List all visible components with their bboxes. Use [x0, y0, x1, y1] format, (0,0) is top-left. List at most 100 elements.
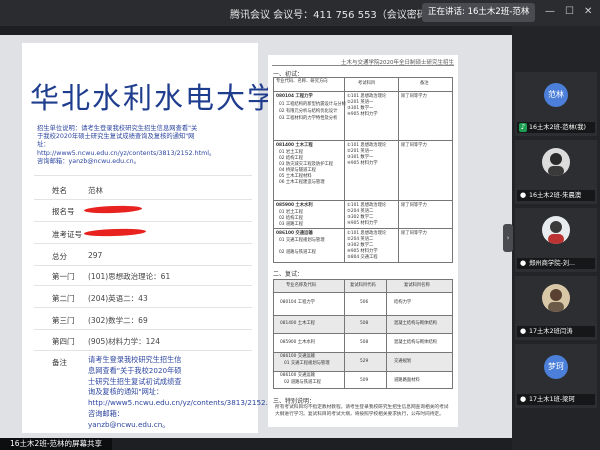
participant-name-bar: ● 17土木2班闫涛	[517, 326, 595, 337]
avatar: 范林	[544, 83, 568, 107]
table-rule	[274, 333, 452, 334]
participant-tile[interactable]: 范林 ♪ 16土木2班-范林(我)	[515, 72, 597, 136]
field-label-remark: 备注	[52, 358, 67, 367]
retest-subject: 混凝土结构与砌体结构	[394, 340, 437, 345]
mic-icon: ●	[519, 327, 527, 335]
participant-tile[interactable]: ● 17土木2班闫涛	[515, 276, 597, 340]
exam-subject: ②201 英语一	[347, 100, 374, 105]
participant-name: 17土木1班-梁珂	[529, 396, 575, 403]
retest-subject: 结构力学	[394, 300, 412, 305]
table-rule	[274, 91, 452, 92]
research-direction: 01 工程结构的新型抗震设计与分析	[279, 102, 346, 107]
retest-subject: 混凝土结构与砌体结构	[394, 321, 437, 326]
research-direction: 02 道路与铁道工程	[284, 380, 321, 385]
exam-subject: ④905 材料力学	[347, 112, 378, 117]
field-value-remark: 请考生登录我校研究生招生信息网查看"关于我校2020年硕士研究生招生复试初试成绩…	[88, 355, 291, 429]
shared-screen: 华北水利水电大学 招生单位说明：请考生登录我校研究生招生信息网查看"关于我校20…	[0, 35, 512, 438]
exam-subject: ②204 英语二	[347, 237, 374, 242]
divider	[34, 350, 252, 351]
table-rule	[398, 78, 399, 262]
close-icon[interactable]: ✕	[584, 5, 592, 19]
exam-subject: ①101 思想政治理论	[347, 203, 387, 208]
retest-code: 508	[360, 321, 369, 326]
mic-speaking-icon: ♪	[519, 123, 527, 132]
major-name: 086100 交通运输	[276, 231, 313, 236]
research-direction: 03 防灾减灾工程及防护工程	[279, 162, 334, 167]
participant-name: 郑州商学院-刘...	[529, 260, 576, 267]
field-label-subject-2: 第二门	[52, 294, 75, 303]
field-value-subject-1: (101)思想政治理论：61	[88, 272, 171, 281]
exam-subject: ④905 材料力学	[347, 161, 378, 166]
research-direction: 03 工程材料的力学特性及分析	[279, 116, 338, 121]
title-bar: 腾讯会议 会议号：411 756 553（会议密码：123456） 正在讲话: …	[0, 0, 600, 26]
participant-name-bar: ● 16土木2班-朱晨澳	[517, 190, 595, 201]
exam-subject: ③302 数学二	[347, 215, 374, 220]
admission-notice: 招生单位说明：请考生登录我校研究生招生信息网查看"关于我校2020年硕士研究生复…	[37, 125, 216, 165]
maximize-icon[interactable]: ☐	[565, 5, 574, 19]
collapse-panel-button[interactable]: ›	[503, 224, 513, 252]
mic-icon: ●	[519, 259, 527, 267]
table-header: 专业名称及代码	[286, 283, 317, 288]
field-value-total: 297	[88, 251, 103, 260]
mic-icon: ●	[519, 395, 527, 403]
table-header: 复试科目代码	[350, 283, 376, 288]
field-value-subject-3: (302)数学二：69	[88, 316, 148, 325]
special-note: 所有考试科目均不指定教材教程。请考生登录我校研究生招生信息网查询相关的考试大纲进…	[275, 405, 449, 417]
participant-tile[interactable]: ● 郑州商学院-刘...	[515, 208, 597, 272]
minimize-icon[interactable]: —	[545, 5, 555, 19]
table-header: 备注	[420, 81, 429, 86]
field-label-name: 姓名	[52, 186, 67, 195]
major-name: 080104 工程力学	[276, 94, 313, 99]
field-label-registration: 报名号	[52, 207, 75, 216]
field-label-total: 总分	[52, 252, 67, 261]
research-direction: 02 有限元分析与结构优化设计	[279, 109, 338, 114]
avatar-photo	[542, 216, 570, 244]
participant-tile[interactable]: 梦珂 ● 17土木1班-梁珂	[515, 344, 597, 408]
participant-name-bar: ● 17土木1班-梁珂	[517, 394, 595, 405]
major-name: 081400 土木工程	[276, 143, 313, 148]
major-name: 085900 土木水利	[276, 203, 313, 208]
major-name: 081400 土木工程	[280, 321, 315, 326]
mic-icon: ●	[519, 191, 527, 199]
field-label-exam-number: 准考证号	[52, 230, 82, 239]
research-direction: 03 道路工程	[279, 222, 304, 227]
participant-name: 17土木2班闫涛	[529, 328, 573, 335]
divider	[34, 307, 252, 308]
research-direction: 04 桥梁与隧道工程	[279, 168, 316, 173]
exam-subject: ①101 思想政治理论	[347, 143, 387, 148]
avatar-photo	[542, 148, 570, 176]
retest-code: 508	[360, 340, 369, 345]
exam-subject: ④905 材料力学	[347, 221, 378, 226]
field-value-subject-4: (905)材料力学：124	[88, 337, 160, 346]
divider	[272, 65, 454, 66]
participant-name: 16土木2班-朱晨澳	[529, 192, 582, 199]
remark-cell: 除了同等学力	[401, 143, 427, 148]
avatar-photo	[542, 284, 570, 312]
major-name: 085900 土木水利	[280, 340, 315, 345]
table-rule	[274, 371, 452, 372]
research-direction: 02 结构工程	[279, 216, 304, 221]
screen-share-label-bar: 16土木2班-范林的屏幕共享	[0, 438, 112, 450]
table-rule	[274, 352, 452, 353]
table-rule	[274, 140, 452, 141]
divider	[34, 285, 252, 286]
retest-code: 506	[360, 300, 369, 305]
exam-subject: ②201 英语一	[347, 149, 374, 154]
retest-code: 509	[360, 378, 369, 383]
research-direction: 01 岩土工程	[279, 210, 304, 215]
exam-subject: ①101 思想政治理论	[347, 94, 387, 99]
section-heading: 二、复试：	[273, 271, 304, 278]
research-direction: 01 交通工程规划与管理	[284, 361, 330, 366]
retest-subject: 交通规划	[394, 359, 412, 364]
speaking-indicator[interactable]: 正在讲话: 16土木2班-范林	[422, 3, 536, 22]
retest-code: 529	[360, 359, 369, 364]
screen-share-label: 16土木2班-范林的屏幕共享	[10, 439, 103, 448]
research-direction: 02 结构工程	[279, 156, 304, 161]
divider	[34, 265, 252, 266]
table-rule	[274, 228, 452, 229]
participant-tile[interactable]: ● 16土木2班-朱晨澳	[515, 140, 597, 204]
remark-cell: 除了同等学力	[401, 94, 427, 99]
avatar: 梦珂	[544, 355, 568, 379]
table-header: 复试科目名称	[404, 283, 430, 288]
exam-subject: ③301 数学一	[347, 106, 374, 111]
